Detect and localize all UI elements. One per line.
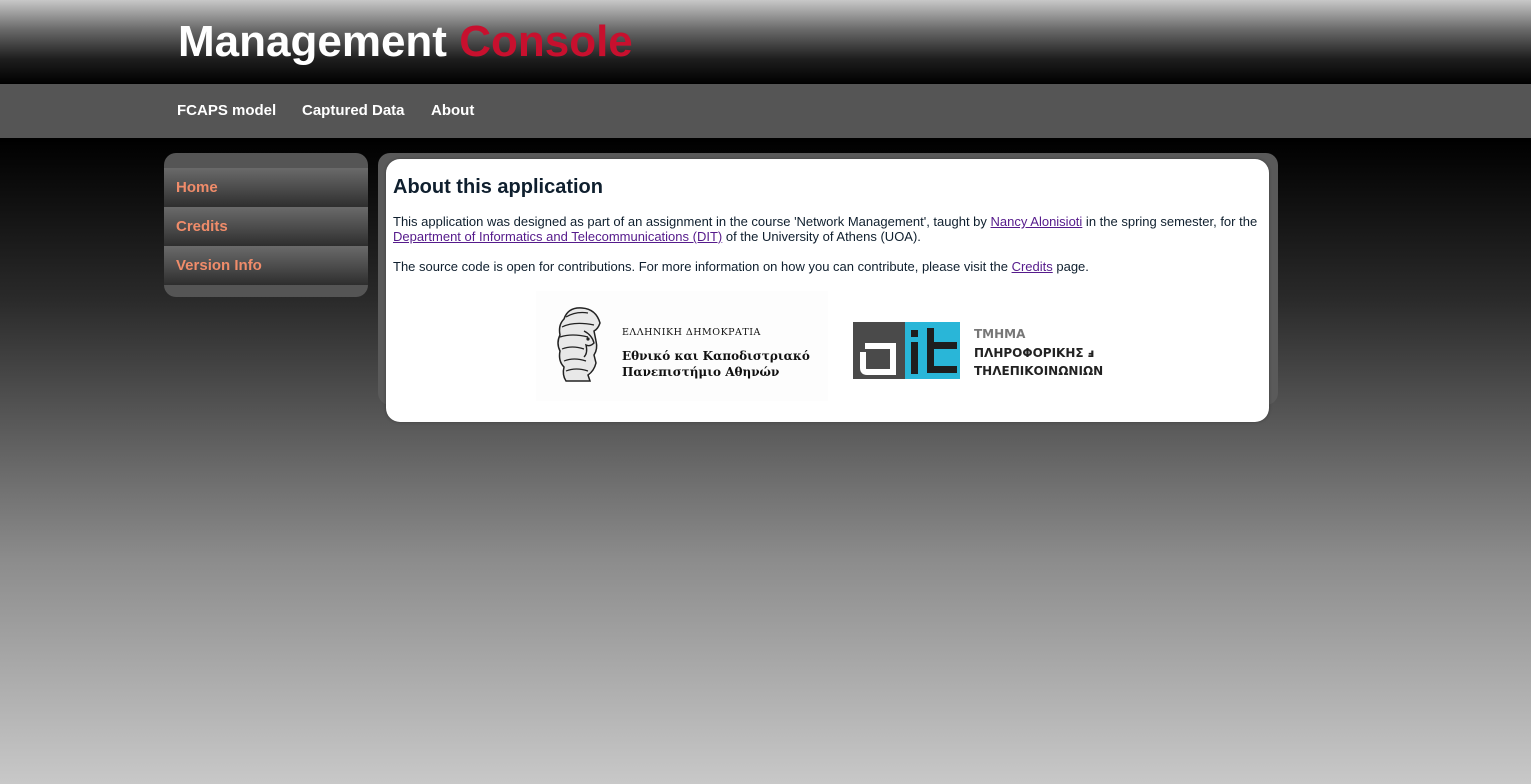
header-bar: Management Console	[0, 0, 1531, 84]
sidebar-item-label: Version Info	[176, 257, 262, 274]
credits-link[interactable]: Credits	[1012, 259, 1053, 274]
dit-mark-icon	[853, 322, 960, 379]
nav-captured-data[interactable]: Captured Data	[302, 102, 405, 119]
dit-label-line1: ΤΜΗΜΑ	[974, 327, 1026, 341]
sidebar-item-label: Credits	[176, 218, 228, 235]
uoa-logo: ΕΛΛΗΝΙΚΗ ΔΗΜΟΚΡΑΤΙΑ Εθνικό και Καποδιστρ…	[536, 291, 828, 401]
contribute-text-start: The source code is open for contribution…	[393, 259, 1012, 274]
nav-about[interactable]: About	[431, 102, 474, 119]
intro-text-start: This application was designed as part of…	[393, 214, 991, 229]
app-title[interactable]: Management Console	[178, 16, 633, 68]
page-title: About this application	[393, 176, 603, 198]
intro-text-middle: in the spring semester, for the	[1082, 214, 1258, 229]
app-title-accent: Console	[459, 17, 633, 66]
dit-label-line2: ΠΛΗΡΟΦΟΡΙΚΗΣ ⅎ	[974, 346, 1095, 360]
contribute-text-end: page.	[1052, 259, 1089, 274]
uoa-name-line1: Εθνικό και Καποδιστριακό	[622, 349, 810, 363]
app-title-main: Management	[178, 17, 447, 66]
nav-fcaps-model[interactable]: FCAPS model	[177, 102, 276, 119]
sidebar-item-version-info[interactable]: Version Info	[164, 246, 368, 285]
sidebar-item-home[interactable]: Home	[164, 168, 368, 207]
instructor-link[interactable]: Nancy Alonisioti	[991, 214, 1083, 229]
uoa-name-line2: Πανεπιστήμιο Αθηνών	[622, 365, 780, 379]
dit-label-line3: ΤΗΛΕΠΙΚΟΙΝΩΝΙΩΝ	[974, 364, 1104, 378]
logos-row: ΕΛΛΗΝΙΚΗ ΔΗΜΟΚΡΑΤΙΑ Εθνικό και Καποδιστρ…	[536, 291, 1116, 401]
athena-seal-icon	[557, 307, 601, 382]
intro-text-end: of the University of Athens (UOA).	[722, 229, 921, 244]
uoa-republic-label: ΕΛΛΗΝΙΚΗ ΔΗΜΟΚΡΑΤΙΑ	[622, 327, 761, 338]
contribute-paragraph: The source code is open for contribution…	[393, 259, 1265, 274]
sidebar-item-label: Home	[176, 179, 218, 196]
intro-paragraph: This application was designed as part of…	[393, 214, 1265, 244]
department-link[interactable]: Department of Informatics and Telecommun…	[393, 229, 722, 244]
main-content: About this application This application …	[386, 159, 1269, 422]
sidebar-item-credits[interactable]: Credits	[164, 207, 368, 246]
top-navigation: FCAPS model Captured Data About	[0, 84, 1531, 138]
dit-logo: ΤΜΗΜΑ ΠΛΗΡΟΦΟΡΙΚΗΣ ⅎ ΤΗΛΕΠΙΚΟΙΝΩΝΙΩΝ	[853, 291, 1116, 401]
sidebar: Home Credits Version Info	[164, 153, 368, 297]
